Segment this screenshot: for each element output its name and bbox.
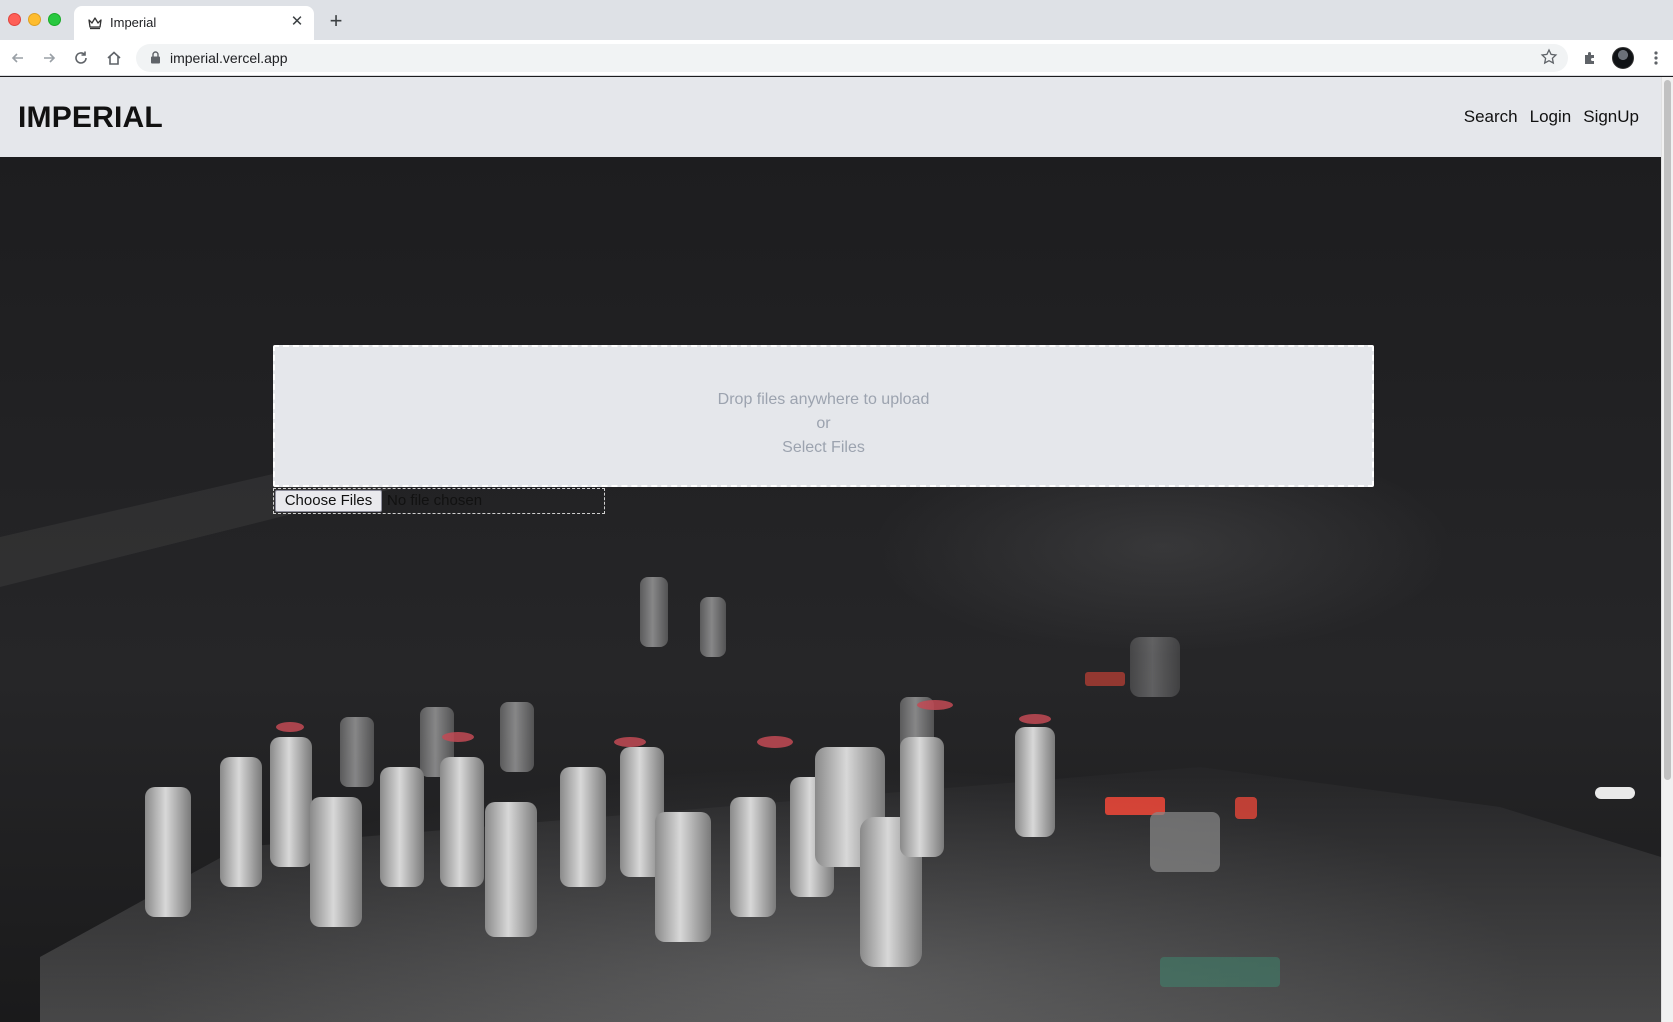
window-close-button[interactable] — [8, 13, 21, 26]
url-text: imperial.vercel.app — [170, 50, 288, 66]
nav-login-link[interactable]: Login — [1530, 107, 1572, 127]
profile-avatar[interactable] — [1612, 47, 1634, 69]
back-icon[interactable] — [6, 46, 30, 70]
scrollbar-thumb[interactable] — [1664, 80, 1671, 780]
nav-signup-link[interactable]: SignUp — [1583, 107, 1639, 127]
window-minimize-button[interactable] — [28, 13, 41, 26]
crown-icon — [88, 17, 102, 30]
page-viewport: IMPERIAL Search Login SignUp Drop files … — [0, 77, 1661, 1022]
tab-title: Imperial — [110, 15, 157, 30]
site-logo[interactable]: IMPERIAL — [18, 101, 163, 135]
choose-files-button[interactable]: Choose Files — [275, 490, 382, 512]
nav-search-link[interactable]: Search — [1464, 107, 1518, 127]
select-files-link[interactable]: Select Files — [275, 439, 1372, 457]
browser-menu-icon[interactable] — [1644, 46, 1668, 70]
address-bar[interactable]: imperial.vercel.app — [136, 44, 1568, 72]
hero-background-image: Drop files anywhere to upload or Select … — [0, 157, 1661, 1022]
browser-tab[interactable]: Imperial ✕ — [74, 6, 314, 40]
file-input[interactable]: Choose Files No file chosen — [273, 488, 605, 514]
dropzone-drop-text: Drop files anywhere to upload — [717, 391, 930, 408]
dropzone-or-text: or — [816, 415, 831, 432]
tab-close-icon[interactable]: ✕ — [288, 13, 306, 31]
browser-tabstrip: Imperial ✕ + — [0, 0, 1673, 40]
page-scrollbar[interactable] — [1661, 77, 1673, 1022]
home-icon[interactable] — [102, 46, 126, 70]
bookmark-star-icon[interactable] — [1540, 48, 1558, 66]
forward-icon[interactable] — [37, 46, 61, 70]
lock-icon — [151, 51, 160, 64]
new-tab-icon[interactable]: + — [326, 10, 346, 32]
extensions-icon[interactable] — [1578, 46, 1602, 70]
window-maximize-button[interactable] — [48, 13, 61, 26]
nav-links: Search Login SignUp — [1464, 107, 1639, 127]
file-dropzone[interactable]: Drop files anywhere to upload or Select … — [273, 345, 1374, 487]
browser-toolbar: imperial.vercel.app — [0, 40, 1673, 76]
site-navbar: IMPERIAL Search Login SignUp — [0, 77, 1661, 157]
no-file-chosen-text: No file chosen — [387, 492, 483, 509]
mixer-knobs-photo — [0, 417, 1661, 1022]
reload-icon[interactable] — [69, 46, 93, 70]
